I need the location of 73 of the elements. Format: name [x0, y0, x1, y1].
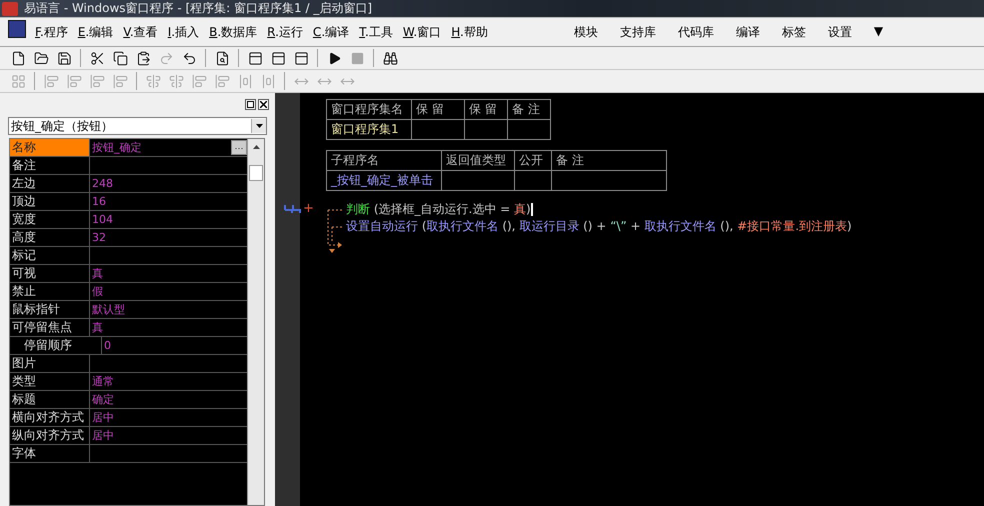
table-header: 子程序名	[326, 150, 442, 170]
menu-item[interactable]: F.程序	[30, 24, 73, 40]
scroll-up-arrow-icon[interactable]	[252, 145, 260, 149]
property-name[interactable]: 鼠标指针	[10, 301, 90, 318]
menu-item[interactable]: T.工具	[354, 24, 398, 40]
menu-item[interactable]: C.编译	[308, 24, 354, 40]
property-name[interactable]: 图片	[10, 355, 90, 372]
property-value: 通常	[91, 374, 115, 390]
property-value: 真	[91, 266, 104, 282]
logo-icon	[8, 20, 26, 38]
code-line: 设置自动运行 (取执行文件名 (), 取运行目录 () + “\” + 取执行文件名 (), #接口常量.到注册表)	[346, 218, 852, 235]
scrollbar[interactable]	[247, 139, 264, 505]
property-value: 居中	[91, 410, 115, 426]
table-header: 返回值类型	[442, 150, 514, 170]
property-value: 默认型	[91, 302, 126, 318]
app-icon	[2, 2, 18, 16]
menu-item[interactable]: E.编辑	[72, 24, 118, 40]
menu-item[interactable]: 模块	[562, 24, 609, 40]
property-value: 确定	[91, 392, 115, 408]
menu-item[interactable]: B.数据库	[204, 24, 262, 40]
menu-item[interactable]: 代码库	[666, 24, 725, 40]
menu-item[interactable]: R.运行	[262, 24, 308, 40]
property-name[interactable]: 字体	[10, 445, 90, 462]
expand-icon[interactable]: +	[303, 201, 314, 216]
property-name[interactable]: 横向对齐方式	[10, 409, 90, 426]
table-header: 保 留	[412, 100, 464, 120]
close-button[interactable]	[258, 98, 269, 110]
table-header: 备 注	[508, 100, 550, 120]
maximize-button[interactable]	[245, 98, 256, 110]
property-value: 假	[91, 284, 104, 300]
property-name[interactable]: 纵向对齐方式	[10, 427, 90, 444]
menu-item[interactable]: I.插入	[162, 24, 204, 40]
menu-item[interactable]: V.查看	[118, 24, 163, 40]
property-value: 248	[91, 176, 114, 192]
property-name[interactable]: 禁止	[10, 283, 90, 300]
menu-item[interactable]: 设置	[816, 24, 863, 40]
table-header: 窗口程序集名	[326, 100, 412, 120]
property-name[interactable]: 宽度	[10, 211, 90, 228]
property-name[interactable]: 可视	[10, 265, 90, 282]
code-line: 判断 (选择框_自动运行.选中 = 真)	[346, 201, 534, 218]
property-name[interactable]: 备注	[10, 157, 90, 174]
property-value: 16	[91, 194, 107, 210]
property-name[interactable]: 标记	[10, 247, 90, 264]
menu-item[interactable]: H.帮助	[446, 24, 493, 40]
property-value: 真	[91, 320, 104, 336]
table-header: 保 留	[464, 100, 508, 120]
dropdown-arrow-icon	[256, 124, 262, 128]
property-value: 104	[91, 212, 114, 228]
menu-item[interactable]: 标签	[770, 24, 817, 40]
property-value: 居中	[91, 428, 115, 444]
property-value: 0	[103, 338, 112, 354]
property-value: 按钮_确定 ···	[90, 139, 247, 156]
property-name[interactable]: 顶边	[10, 193, 90, 210]
table-cell: _按钮_确定_被单击	[326, 170, 442, 190]
property-name[interactable]: 可停留焦点	[10, 319, 90, 336]
property-name[interactable]: 高度	[10, 229, 90, 246]
table-header: 备 注	[552, 150, 666, 170]
object-dropdown[interactable]: 按钮_确定（按钮）	[8, 117, 267, 135]
menu-item[interactable]: 编译	[724, 24, 771, 40]
property-name[interactable]: 左边	[10, 175, 90, 192]
menu-item[interactable]: W.窗口	[398, 24, 446, 40]
table-cell: 窗口程序集1	[326, 120, 412, 140]
property-name[interactable]: 类型	[10, 373, 90, 390]
menu-item[interactable]: 支持库	[608, 24, 667, 40]
ellipsis-button[interactable]: ···	[231, 140, 247, 155]
scrollbar-thumb[interactable]	[249, 165, 263, 181]
double-arrow-icon	[284, 204, 302, 214]
property-value: 32	[91, 230, 107, 246]
window-title: 易语言 - Windows窗口程序 - [程序集: 窗口程序集1 / _启动窗口]	[24, 0, 372, 17]
property-name[interactable]: 名称	[10, 139, 90, 156]
menu-item[interactable]: ▼	[862, 24, 894, 40]
property-name[interactable]: 标题	[10, 391, 90, 408]
table-header: 公开	[514, 150, 552, 170]
